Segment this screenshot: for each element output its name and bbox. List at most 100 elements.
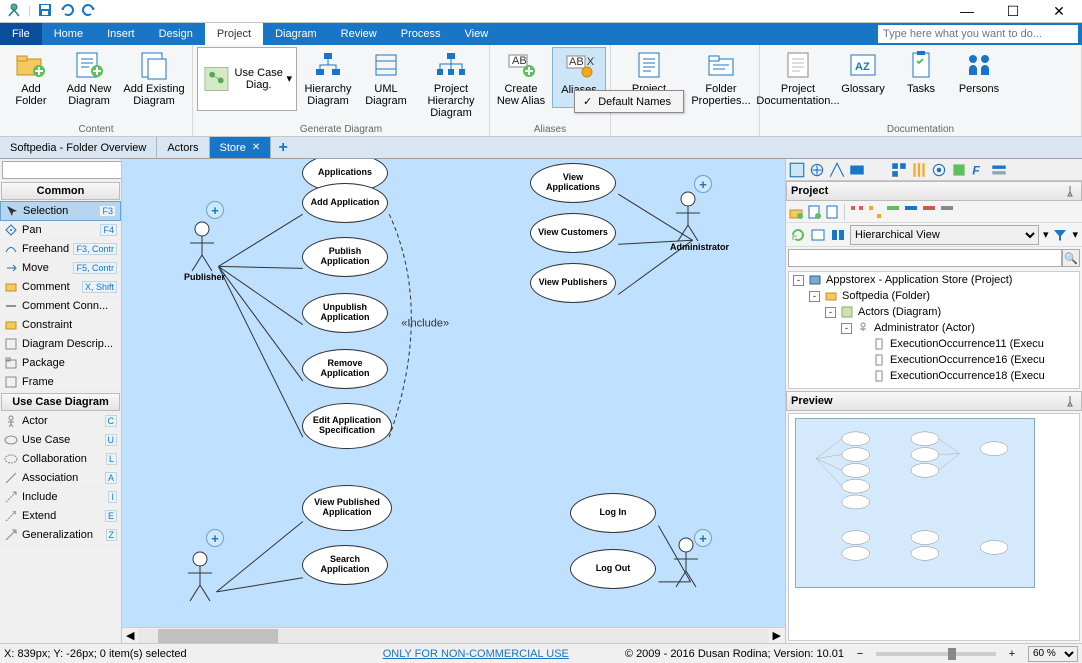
add-new-diagram-button[interactable]: Add New Diagram bbox=[62, 47, 116, 109]
tasks-button[interactable]: Tasks bbox=[894, 47, 948, 97]
glossary-button[interactable]: AZGlossary bbox=[836, 47, 890, 97]
tool-icon[interactable]: F bbox=[970, 161, 988, 179]
menu-project[interactable]: Project bbox=[205, 23, 263, 45]
tool-item[interactable]: Comment Conn... bbox=[0, 297, 121, 316]
project-hierarchy-button[interactable]: Project Hierarchy Diagram bbox=[417, 47, 485, 121]
tool-item[interactable]: Diagram Descrip... bbox=[0, 335, 121, 354]
tree-node[interactable]: -Appstorex - Application Store (Project) bbox=[789, 272, 1079, 288]
actor[interactable] bbox=[182, 549, 218, 602]
menu-diagram[interactable]: Diagram bbox=[263, 23, 329, 45]
horizontal-scrollbar[interactable]: ◀▶ bbox=[122, 627, 785, 643]
uml-diagram-button[interactable]: UML Diagram bbox=[359, 47, 413, 109]
tool-icon[interactable] bbox=[910, 161, 928, 179]
project-documentation-button[interactable]: Project Documentation... bbox=[764, 47, 832, 109]
tree-node[interactable]: -Softpedia (Folder) bbox=[789, 288, 1079, 304]
pin-icon[interactable] bbox=[1063, 394, 1077, 408]
menu-insert[interactable]: Insert bbox=[95, 23, 147, 45]
zoom-select[interactable]: 60 % bbox=[1028, 646, 1078, 662]
search-icon[interactable]: 🔍 bbox=[1062, 249, 1080, 267]
use-case[interactable]: View Published Application bbox=[302, 485, 392, 531]
add-icon[interactable]: + bbox=[206, 201, 224, 219]
use-case[interactable]: Search Application bbox=[302, 545, 388, 585]
actor[interactable]: Administrator bbox=[670, 189, 729, 252]
license-link[interactable]: ONLY FOR NON-COMMERCIAL USE bbox=[383, 648, 569, 660]
maximize-button[interactable]: ☐ bbox=[990, 0, 1036, 23]
tool-icon[interactable] bbox=[806, 204, 822, 220]
use-case[interactable]: Remove Application bbox=[302, 349, 388, 389]
use-case[interactable]: Publish Application bbox=[302, 237, 388, 277]
menu-review[interactable]: Review bbox=[329, 23, 389, 45]
tool-item[interactable]: Frame bbox=[0, 373, 121, 392]
toolbox-search[interactable] bbox=[2, 161, 122, 179]
use-case[interactable]: Edit Application Specification bbox=[302, 403, 392, 449]
save-icon[interactable] bbox=[37, 2, 53, 21]
use-case[interactable]: View Applications bbox=[530, 163, 616, 203]
close-tab-icon[interactable]: ✕ bbox=[252, 142, 260, 153]
menu-home[interactable]: Home bbox=[42, 23, 95, 45]
add-icon[interactable]: + bbox=[206, 529, 224, 547]
tool-item[interactable]: Constraint bbox=[0, 316, 121, 335]
tell-me-input[interactable] bbox=[878, 25, 1078, 43]
tool-icon[interactable] bbox=[828, 161, 846, 179]
zoom-in-icon[interactable]: + bbox=[1004, 648, 1020, 660]
actor[interactable]: Publisher bbox=[184, 219, 225, 282]
add-folder-button[interactable]: Add Folder bbox=[4, 47, 58, 109]
tool-icon[interactable] bbox=[824, 204, 840, 220]
tool-item[interactable]: CollaborationL bbox=[0, 450, 121, 469]
close-button[interactable]: ✕ bbox=[1036, 0, 1082, 23]
tool-item[interactable]: SelectionF3 bbox=[0, 201, 121, 221]
use-case[interactable]: Log Out bbox=[570, 549, 656, 589]
aliases-dropdown[interactable]: ✓ Default Names bbox=[574, 90, 684, 113]
add-existing-diagram-button[interactable]: Add Existing Diagram bbox=[120, 47, 188, 109]
pin-icon[interactable] bbox=[1063, 184, 1077, 198]
undo-icon[interactable] bbox=[59, 2, 75, 21]
redo-icon[interactable] bbox=[81, 2, 97, 21]
tool-item[interactable]: MoveF5, Contr bbox=[0, 259, 121, 278]
tool-item[interactable]: FreehandF3, Contr bbox=[0, 240, 121, 259]
create-alias-button[interactable]: ABCreate New Alias bbox=[494, 47, 548, 109]
zoom-out-icon[interactable]: − bbox=[852, 648, 868, 660]
add-tab-button[interactable]: + bbox=[271, 137, 295, 158]
tool-icon[interactable] bbox=[849, 204, 865, 220]
tool-icon[interactable] bbox=[810, 227, 826, 243]
project-search[interactable] bbox=[788, 249, 1062, 267]
tool-icon[interactable] bbox=[788, 161, 806, 179]
tool-icon[interactable] bbox=[990, 161, 1008, 179]
tool-item[interactable]: PanF4 bbox=[0, 221, 121, 240]
use-case[interactable]: Add Application bbox=[302, 183, 388, 223]
doc-tab[interactable]: Actors bbox=[157, 137, 209, 158]
tool-item[interactable]: ExtendE bbox=[0, 507, 121, 526]
tool-icon[interactable] bbox=[867, 204, 883, 220]
menu-process[interactable]: Process bbox=[389, 23, 453, 45]
tool-item[interactable]: GeneralizationZ bbox=[0, 526, 121, 545]
tool-item[interactable]: IncludeI bbox=[0, 488, 121, 507]
preview-image[interactable] bbox=[788, 413, 1080, 641]
tree-node[interactable]: ExecutionOccurrence18 (Execu bbox=[789, 368, 1079, 384]
tool-item[interactable]: Use CaseU bbox=[0, 431, 121, 450]
tool-item[interactable]: Package bbox=[0, 354, 121, 373]
tool-icon[interactable] bbox=[830, 227, 846, 243]
tool-icon[interactable] bbox=[930, 161, 948, 179]
tool-icon[interactable] bbox=[903, 204, 919, 220]
tool-item[interactable]: ActorC bbox=[0, 412, 121, 431]
persons-button[interactable]: Persons bbox=[952, 47, 1006, 97]
hierarchy-diagram-button[interactable]: Hierarchy Diagram bbox=[301, 47, 355, 109]
tree-node[interactable]: ExecutionOccurrence11 (Execu bbox=[789, 336, 1079, 352]
use-case[interactable]: View Publishers bbox=[530, 263, 616, 303]
tool-icon[interactable] bbox=[890, 161, 908, 179]
zoom-slider[interactable] bbox=[876, 652, 996, 656]
expand-icon[interactable]: - bbox=[841, 323, 852, 334]
tree-node[interactable]: -Administrator (Actor) bbox=[789, 320, 1079, 336]
add-icon[interactable]: + bbox=[694, 175, 712, 193]
menu-file[interactable]: File bbox=[0, 23, 42, 45]
toolbox-usecase-header[interactable]: Use Case Diagram bbox=[1, 393, 120, 411]
tool-icon[interactable] bbox=[921, 204, 937, 220]
usecase-diag-combo[interactable]: Use Case Diag.▾ bbox=[197, 47, 297, 111]
doc-tab[interactable]: Store✕ bbox=[210, 137, 272, 158]
tool-icon[interactable] bbox=[939, 204, 955, 220]
add-icon[interactable]: + bbox=[694, 529, 712, 547]
tree-node[interactable]: -Actors (Diagram) bbox=[789, 304, 1079, 320]
tool-item[interactable]: AssociationA bbox=[0, 469, 121, 488]
expand-icon[interactable]: - bbox=[825, 307, 836, 318]
folder-properties-button[interactable]: Folder Properties... bbox=[687, 47, 755, 109]
